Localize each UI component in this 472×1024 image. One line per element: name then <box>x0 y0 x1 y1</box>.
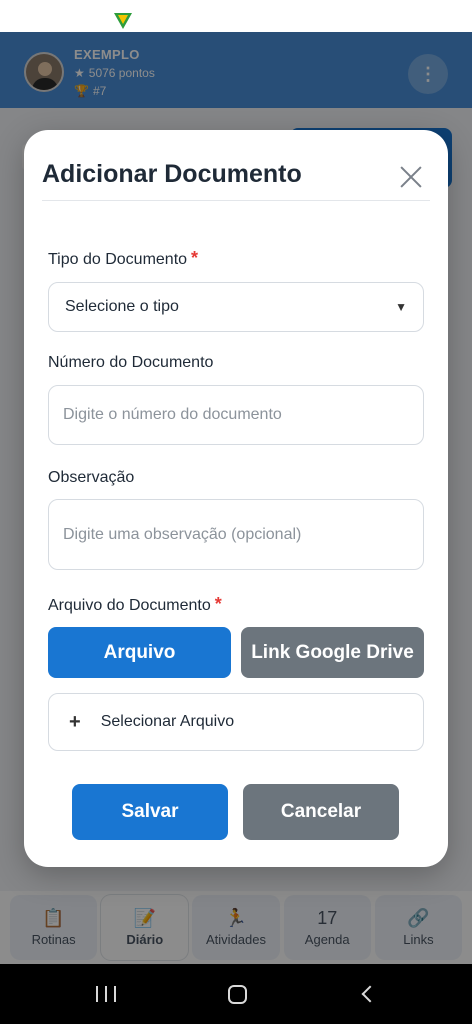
arquivo-label: Arquivo do Documento * <box>48 594 222 615</box>
dropdown-arrow-icon: ▼ <box>395 300 407 314</box>
app-logo-icon <box>114 13 132 29</box>
system-nav-bar <box>0 964 472 1024</box>
close-icon[interactable] <box>396 162 426 192</box>
select-file-label: Selecionar Arquivo <box>100 713 235 730</box>
observacao-label: Observação <box>48 469 135 486</box>
tipo-select[interactable]: Selecione o tipo ▼ <box>48 282 424 332</box>
status-bar <box>0 0 472 32</box>
tipo-select-value: Selecione o tipo <box>65 298 179 315</box>
numero-label: Número do Documento <box>48 354 214 371</box>
google-drive-toggle-button[interactable]: Link Google Drive <box>241 627 424 678</box>
numero-input[interactable] <box>48 385 424 445</box>
back-icon[interactable] <box>361 985 379 1003</box>
observacao-input[interactable] <box>48 499 424 570</box>
save-button[interactable]: Salvar <box>72 784 228 840</box>
required-mark: * <box>191 248 199 268</box>
tipo-label: Tipo do Documento * <box>48 248 198 269</box>
divider <box>42 200 430 201</box>
required-mark: * <box>214 594 222 614</box>
recent-apps-icon[interactable] <box>96 986 116 1002</box>
modal-title: Adicionar Documento <box>42 160 302 188</box>
select-file-button[interactable]: + Selecionar Arquivo <box>48 693 424 751</box>
plus-icon: + <box>69 710 81 733</box>
home-icon[interactable] <box>228 985 247 1004</box>
add-document-modal: Adicionar Documento Tipo do Documento * S… <box>24 130 448 867</box>
arquivo-toggle-button[interactable]: Arquivo <box>48 627 231 678</box>
arquivo-label-text: Arquivo do Documento <box>48 597 211 614</box>
cancel-button[interactable]: Cancelar <box>243 784 399 840</box>
tipo-label-text: Tipo do Documento <box>48 251 188 268</box>
